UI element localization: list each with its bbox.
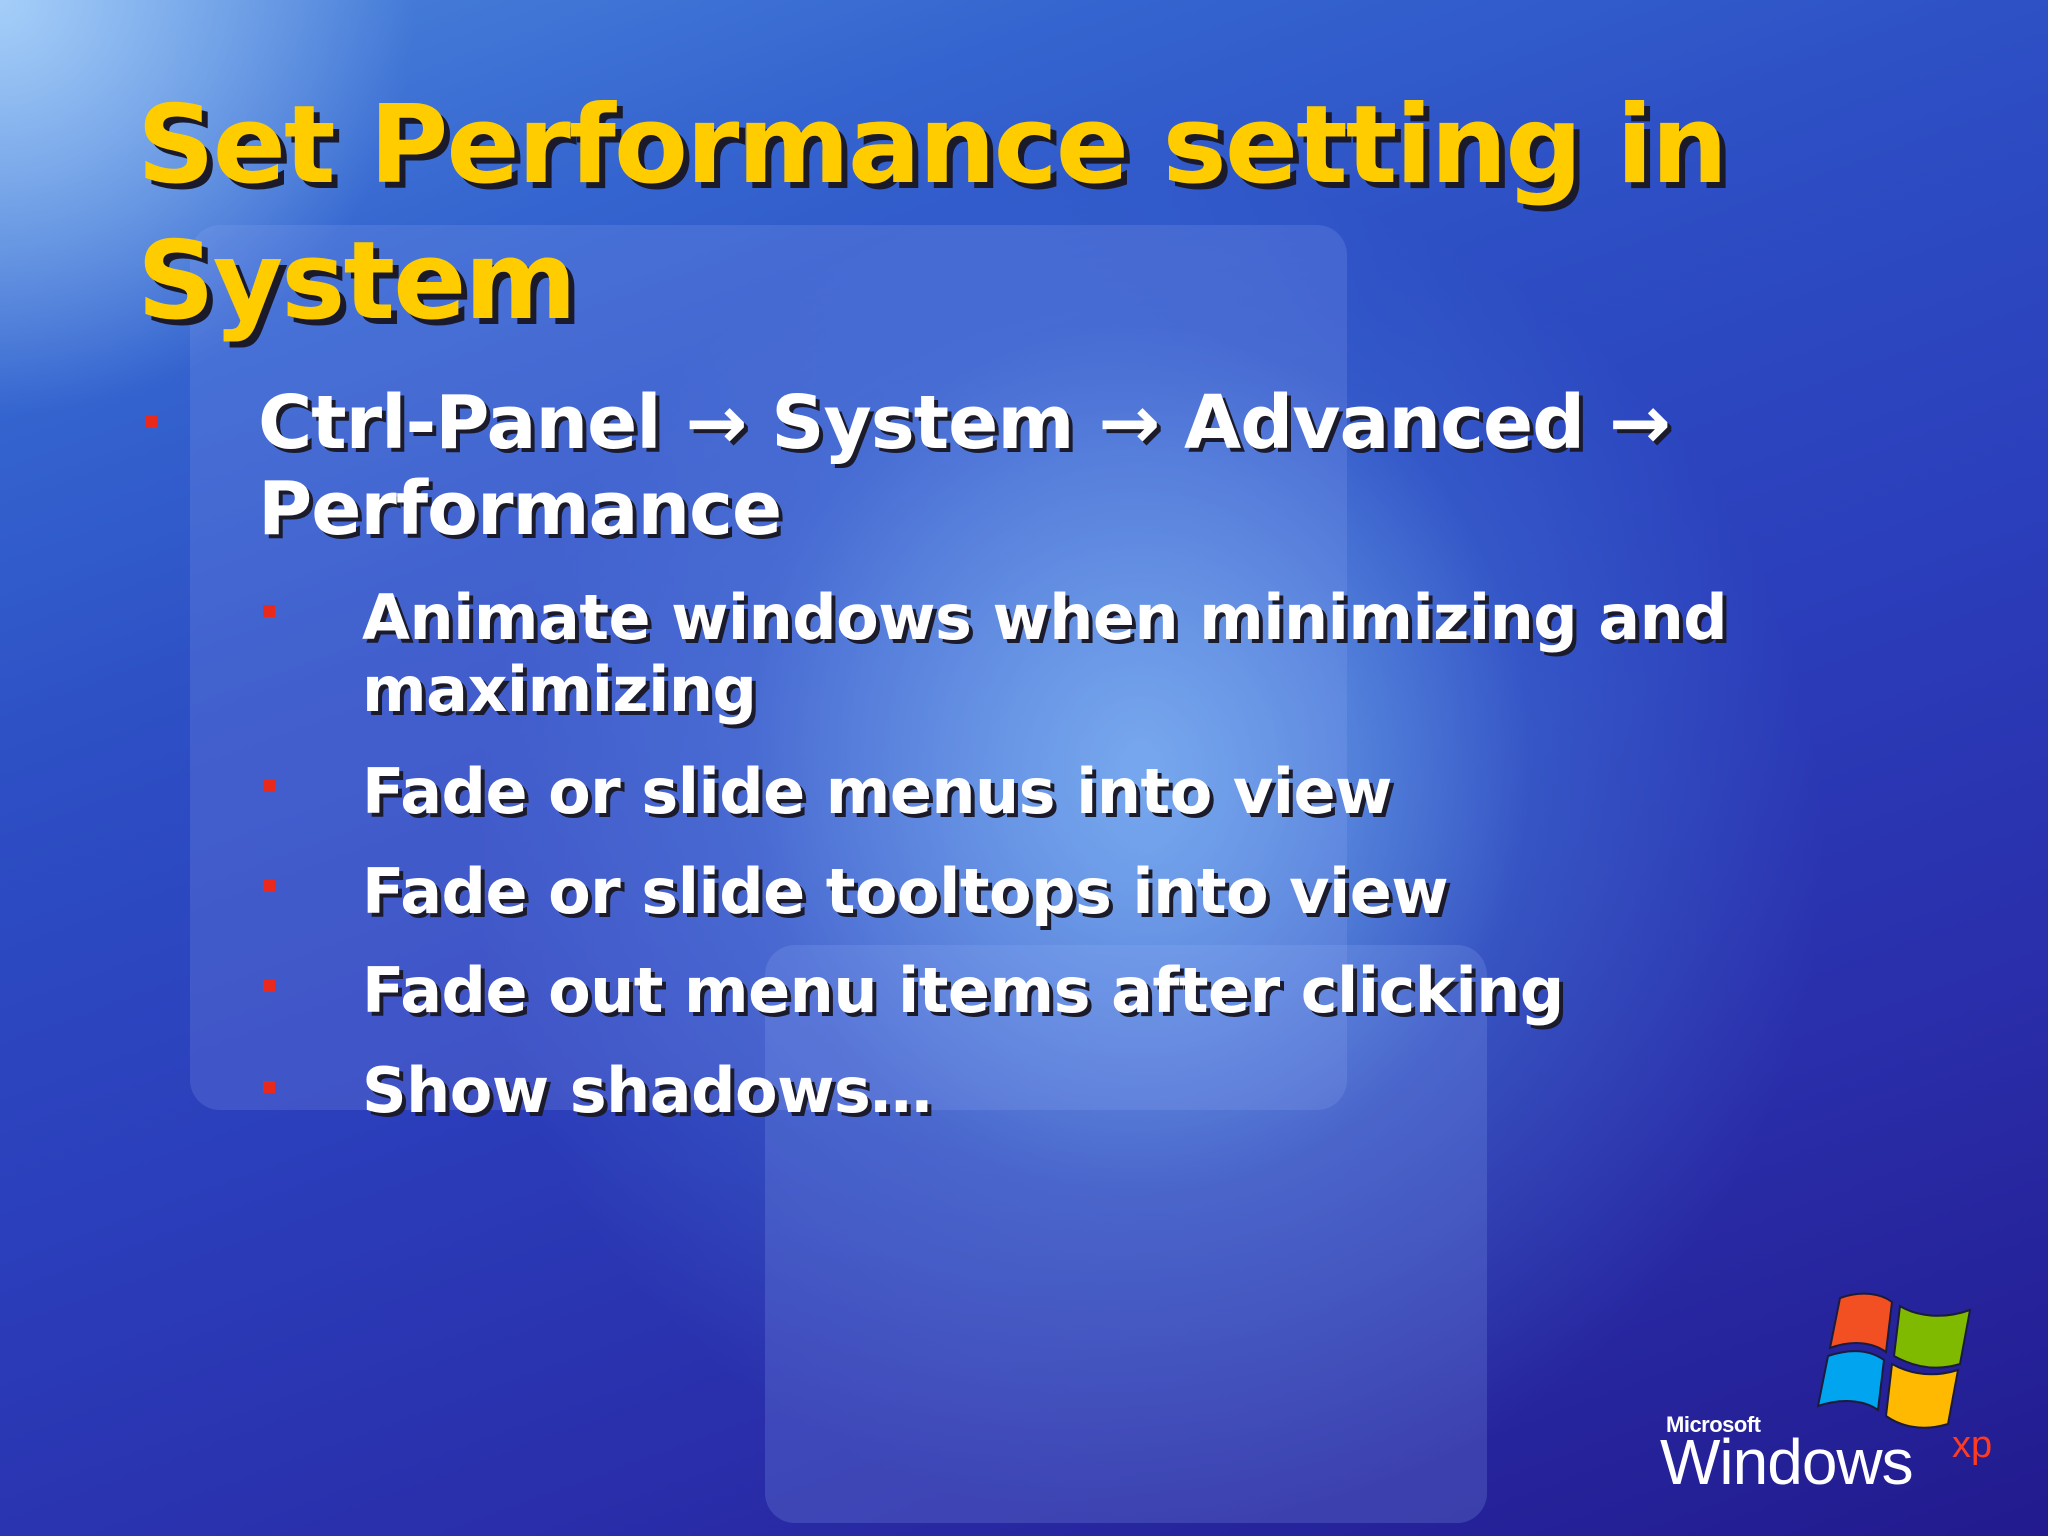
sub-bullet-text: Show shadows… <box>362 1054 932 1127</box>
bullet-marker <box>145 416 157 428</box>
bullet-marker <box>263 605 275 617</box>
windows-wordmark: Windows <box>1660 1426 1914 1498</box>
background-panel-lower <box>765 945 1487 1523</box>
bullet-marker <box>263 1081 275 1093</box>
bullet-marker <box>263 980 275 992</box>
xp-wordmark: xp <box>1952 1424 1993 1466</box>
windows-flag-icon <box>1816 1292 1972 1429</box>
slide-title: Set Performance setting in System <box>137 83 1728 344</box>
sub-bullet-text: Fade or slide tooltops into view <box>362 855 1449 928</box>
bullet-marker <box>263 880 275 892</box>
sub-bullet-text: Fade or slide menus into view <box>362 755 1392 828</box>
sub-bullet-text: Fade out menu items after clicking <box>362 954 1564 1027</box>
main-bullet-text: Ctrl-Panel → System → Advanced → Perform… <box>258 380 1671 552</box>
windows-xp-logo: Microsoft Windows xp <box>1660 1290 2010 1500</box>
bullet-marker <box>263 780 275 792</box>
slide: Set Performance setting in System Ctrl-P… <box>0 0 2048 1536</box>
sub-bullet-text: Animate windows when minimizing and maxi… <box>362 581 1728 726</box>
